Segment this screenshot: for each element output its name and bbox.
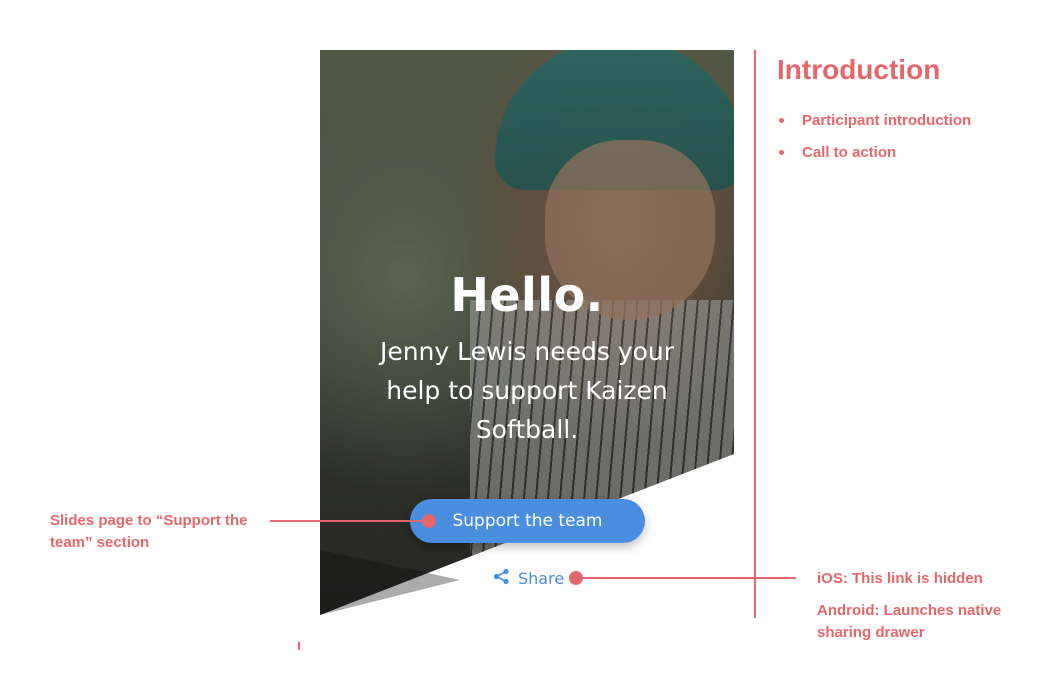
- hero-title: Hello.: [450, 268, 604, 322]
- share-link[interactable]: Share: [493, 567, 564, 589]
- android-annotation-text: Android: Launches native sharing drawer: [817, 602, 1002, 641]
- share-label: Share: [518, 568, 565, 588]
- intro-list: Participant introduction Call to action: [779, 104, 971, 168]
- hero-subtitle: Jenny Lewis needs your help to support K…: [379, 337, 675, 444]
- list-item: Call to action: [779, 136, 971, 168]
- ios-annotation-text: iOS: This link is hidden: [817, 570, 983, 587]
- list-item-label: Call to action: [802, 143, 897, 161]
- cta-annotation-text: Slides page to “Support the team” sectio…: [50, 512, 248, 551]
- cta-annotation-dot: [422, 514, 436, 528]
- share-icon: [493, 568, 510, 589]
- list-item-label: Participant introduction: [802, 111, 972, 129]
- support-team-button[interactable]: Support the team: [410, 499, 645, 543]
- list-item: Participant introduction: [779, 104, 971, 136]
- small-tick: [298, 642, 300, 650]
- bullet-icon: [779, 149, 784, 155]
- vertical-divider: [754, 50, 756, 618]
- cta-annotation-line: [270, 520, 430, 522]
- intro-title: Introduction: [777, 54, 941, 85]
- share-annotation-line: [576, 577, 796, 579]
- bullet-icon: [779, 117, 784, 123]
